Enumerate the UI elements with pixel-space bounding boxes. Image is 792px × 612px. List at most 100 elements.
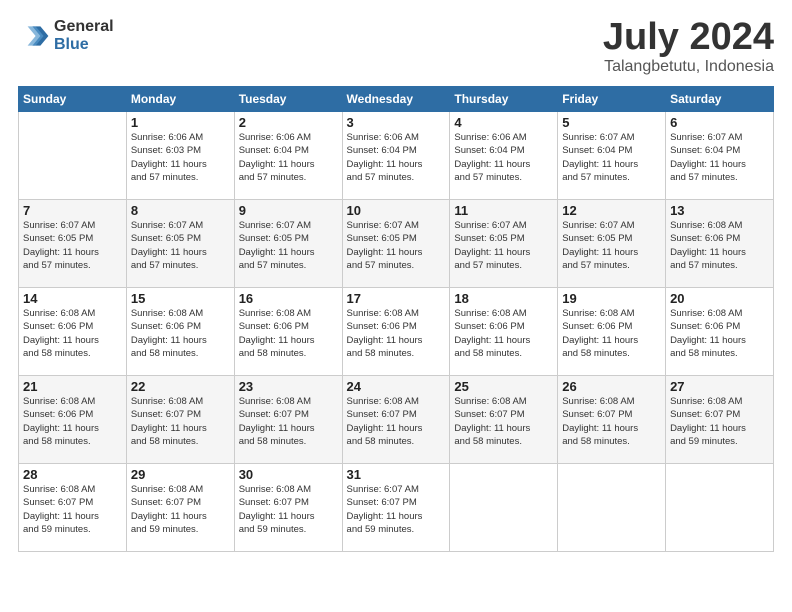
day-info: Sunrise: 6:08 AM Sunset: 6:07 PM Dayligh… [239, 483, 338, 536]
day-info: Sunrise: 6:08 AM Sunset: 6:07 PM Dayligh… [23, 483, 122, 536]
day-info: Sunrise: 6:08 AM Sunset: 6:07 PM Dayligh… [239, 395, 338, 448]
table-row: 8Sunrise: 6:07 AM Sunset: 6:05 PM Daylig… [126, 200, 234, 288]
day-number: 5 [562, 115, 661, 130]
calendar-week-row: 1Sunrise: 6:06 AM Sunset: 6:03 PM Daylig… [19, 112, 774, 200]
day-number: 22 [131, 379, 230, 394]
day-info: Sunrise: 6:08 AM Sunset: 6:06 PM Dayligh… [454, 307, 553, 360]
day-number: 10 [347, 203, 446, 218]
logo-text: General Blue [54, 18, 114, 53]
table-row: 21Sunrise: 6:08 AM Sunset: 6:06 PM Dayli… [19, 376, 127, 464]
title-block: July 2024 Talangbetutu, Indonesia [603, 18, 774, 76]
table-row: 12Sunrise: 6:07 AM Sunset: 6:05 PM Dayli… [558, 200, 666, 288]
table-row [558, 464, 666, 552]
day-info: Sunrise: 6:08 AM Sunset: 6:06 PM Dayligh… [670, 307, 769, 360]
day-info: Sunrise: 6:06 AM Sunset: 6:04 PM Dayligh… [454, 131, 553, 184]
table-row: 7Sunrise: 6:07 AM Sunset: 6:05 PM Daylig… [19, 200, 127, 288]
calendar-week-row: 7Sunrise: 6:07 AM Sunset: 6:05 PM Daylig… [19, 200, 774, 288]
table-row: 31Sunrise: 6:07 AM Sunset: 6:07 PM Dayli… [342, 464, 450, 552]
table-row: 25Sunrise: 6:08 AM Sunset: 6:07 PM Dayli… [450, 376, 558, 464]
table-row: 11Sunrise: 6:07 AM Sunset: 6:05 PM Dayli… [450, 200, 558, 288]
day-number: 7 [23, 203, 122, 218]
table-row: 9Sunrise: 6:07 AM Sunset: 6:05 PM Daylig… [234, 200, 342, 288]
day-info: Sunrise: 6:08 AM Sunset: 6:06 PM Dayligh… [239, 307, 338, 360]
header-friday: Friday [558, 87, 666, 112]
table-row: 13Sunrise: 6:08 AM Sunset: 6:06 PM Dayli… [666, 200, 774, 288]
day-number: 11 [454, 203, 553, 218]
day-number: 12 [562, 203, 661, 218]
day-info: Sunrise: 6:07 AM Sunset: 6:05 PM Dayligh… [454, 219, 553, 272]
day-number: 29 [131, 467, 230, 482]
table-row: 2Sunrise: 6:06 AM Sunset: 6:04 PM Daylig… [234, 112, 342, 200]
logo: General Blue [18, 18, 114, 53]
day-number: 24 [347, 379, 446, 394]
table-row: 23Sunrise: 6:08 AM Sunset: 6:07 PM Dayli… [234, 376, 342, 464]
table-row [666, 464, 774, 552]
day-number: 1 [131, 115, 230, 130]
table-row: 1Sunrise: 6:06 AM Sunset: 6:03 PM Daylig… [126, 112, 234, 200]
page: General Blue July 2024 Talangbetutu, Ind… [0, 0, 792, 612]
table-row: 3Sunrise: 6:06 AM Sunset: 6:04 PM Daylig… [342, 112, 450, 200]
table-row: 28Sunrise: 6:08 AM Sunset: 6:07 PM Dayli… [19, 464, 127, 552]
logo-icon [18, 20, 50, 52]
header-wednesday: Wednesday [342, 87, 450, 112]
day-number: 9 [239, 203, 338, 218]
logo-blue-text: Blue [54, 36, 114, 54]
day-number: 3 [347, 115, 446, 130]
day-info: Sunrise: 6:07 AM Sunset: 6:04 PM Dayligh… [670, 131, 769, 184]
day-number: 27 [670, 379, 769, 394]
day-number: 18 [454, 291, 553, 306]
logo-general-text: General [54, 18, 114, 36]
day-number: 6 [670, 115, 769, 130]
day-number: 28 [23, 467, 122, 482]
day-info: Sunrise: 6:08 AM Sunset: 6:06 PM Dayligh… [670, 219, 769, 272]
table-row: 6Sunrise: 6:07 AM Sunset: 6:04 PM Daylig… [666, 112, 774, 200]
day-number: 14 [23, 291, 122, 306]
header-monday: Monday [126, 87, 234, 112]
day-info: Sunrise: 6:06 AM Sunset: 6:04 PM Dayligh… [239, 131, 338, 184]
table-row: 4Sunrise: 6:06 AM Sunset: 6:04 PM Daylig… [450, 112, 558, 200]
day-number: 21 [23, 379, 122, 394]
day-info: Sunrise: 6:07 AM Sunset: 6:05 PM Dayligh… [131, 219, 230, 272]
table-row: 17Sunrise: 6:08 AM Sunset: 6:06 PM Dayli… [342, 288, 450, 376]
day-info: Sunrise: 6:08 AM Sunset: 6:06 PM Dayligh… [562, 307, 661, 360]
day-info: Sunrise: 6:07 AM Sunset: 6:05 PM Dayligh… [347, 219, 446, 272]
day-info: Sunrise: 6:06 AM Sunset: 6:04 PM Dayligh… [347, 131, 446, 184]
day-number: 30 [239, 467, 338, 482]
day-number: 31 [347, 467, 446, 482]
table-row: 24Sunrise: 6:08 AM Sunset: 6:07 PM Dayli… [342, 376, 450, 464]
day-info: Sunrise: 6:07 AM Sunset: 6:05 PM Dayligh… [23, 219, 122, 272]
day-number: 17 [347, 291, 446, 306]
day-info: Sunrise: 6:07 AM Sunset: 6:05 PM Dayligh… [562, 219, 661, 272]
table-row: 16Sunrise: 6:08 AM Sunset: 6:06 PM Dayli… [234, 288, 342, 376]
table-row [450, 464, 558, 552]
day-info: Sunrise: 6:08 AM Sunset: 6:06 PM Dayligh… [23, 307, 122, 360]
calendar-title: July 2024 [603, 18, 774, 56]
day-info: Sunrise: 6:08 AM Sunset: 6:07 PM Dayligh… [562, 395, 661, 448]
day-info: Sunrise: 6:08 AM Sunset: 6:06 PM Dayligh… [131, 307, 230, 360]
day-info: Sunrise: 6:08 AM Sunset: 6:06 PM Dayligh… [347, 307, 446, 360]
day-info: Sunrise: 6:07 AM Sunset: 6:04 PM Dayligh… [562, 131, 661, 184]
table-row: 27Sunrise: 6:08 AM Sunset: 6:07 PM Dayli… [666, 376, 774, 464]
day-number: 15 [131, 291, 230, 306]
calendar-table: Sunday Monday Tuesday Wednesday Thursday… [18, 86, 774, 552]
calendar-week-row: 21Sunrise: 6:08 AM Sunset: 6:06 PM Dayli… [19, 376, 774, 464]
header-tuesday: Tuesday [234, 87, 342, 112]
table-row: 18Sunrise: 6:08 AM Sunset: 6:06 PM Dayli… [450, 288, 558, 376]
day-info: Sunrise: 6:08 AM Sunset: 6:07 PM Dayligh… [131, 483, 230, 536]
table-row: 30Sunrise: 6:08 AM Sunset: 6:07 PM Dayli… [234, 464, 342, 552]
calendar-week-row: 14Sunrise: 6:08 AM Sunset: 6:06 PM Dayli… [19, 288, 774, 376]
table-row: 26Sunrise: 6:08 AM Sunset: 6:07 PM Dayli… [558, 376, 666, 464]
header: General Blue July 2024 Talangbetutu, Ind… [18, 18, 774, 76]
day-number: 26 [562, 379, 661, 394]
day-number: 19 [562, 291, 661, 306]
table-row: 5Sunrise: 6:07 AM Sunset: 6:04 PM Daylig… [558, 112, 666, 200]
calendar-week-row: 28Sunrise: 6:08 AM Sunset: 6:07 PM Dayli… [19, 464, 774, 552]
day-number: 20 [670, 291, 769, 306]
day-info: Sunrise: 6:06 AM Sunset: 6:03 PM Dayligh… [131, 131, 230, 184]
day-info: Sunrise: 6:07 AM Sunset: 6:05 PM Dayligh… [239, 219, 338, 272]
header-saturday: Saturday [666, 87, 774, 112]
table-row: 29Sunrise: 6:08 AM Sunset: 6:07 PM Dayli… [126, 464, 234, 552]
calendar-header-row: Sunday Monday Tuesday Wednesday Thursday… [19, 87, 774, 112]
table-row: 19Sunrise: 6:08 AM Sunset: 6:06 PM Dayli… [558, 288, 666, 376]
day-info: Sunrise: 6:08 AM Sunset: 6:07 PM Dayligh… [670, 395, 769, 448]
